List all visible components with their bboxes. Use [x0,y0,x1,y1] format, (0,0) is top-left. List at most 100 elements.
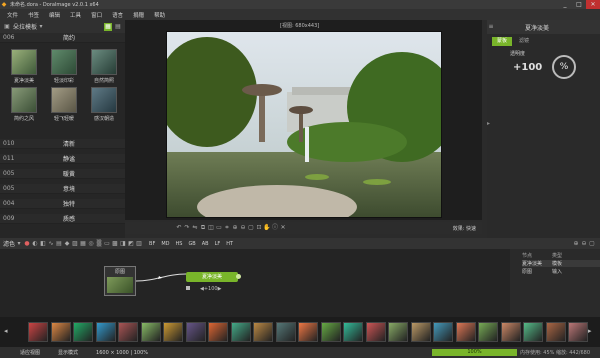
node-editor[interactable] [0,249,510,317]
fit-icon[interactable]: ▢ [247,224,255,232]
preset-thumb[interactable]: 自然简照 [84,49,124,84]
close-button[interactable]: ✕ [586,0,600,9]
filmstrip-thumb[interactable] [73,322,93,342]
hsl-icon[interactable]: ◧ [39,240,47,248]
filmstrip-thumb[interactable] [118,322,138,342]
view-mode-dropdown[interactable]: 显示模式 [58,349,78,356]
filmstrip-thumb[interactable] [253,322,273,342]
percent-toggle[interactable]: % [552,55,576,79]
chip-ab[interactable]: AB [202,241,209,247]
filmstrip-next-icon[interactable]: ▸ [588,327,592,335]
blur-icon[interactable]: ▦ [79,240,87,248]
tab-filter[interactable]: 滤镜 [514,37,534,46]
fit-icon[interactable]: ▢ [588,240,596,248]
filmstrip-thumb[interactable] [545,322,566,342]
filmstrip-thumb[interactable] [230,322,251,342]
chip-md[interactable]: MD [161,241,169,247]
filmstrip-thumb[interactable] [500,322,521,342]
group-row[interactable]: 009 质感 [0,214,125,224]
chip-lf[interactable]: LF [215,241,221,247]
filmstrip-thumb[interactable] [568,322,588,342]
film-icon[interactable]: ▥ [135,240,143,248]
filmstrip-thumb[interactable] [298,322,318,342]
curve-icon[interactable]: ∿ [47,240,55,248]
preset-thumb[interactable]: 简约之风 [4,87,44,122]
menu-edit[interactable]: 编辑 [44,11,65,19]
menu-bookmark[interactable]: 书签 [23,11,44,19]
color-wheel-icon[interactable]: ● [23,240,31,248]
menu-tools[interactable]: 工具 [65,11,86,19]
zoom-mode-dropdown[interactable]: 适应视图 [20,349,40,356]
filmstrip-thumb[interactable] [320,322,341,342]
filmstrip-thumb[interactable] [410,322,431,342]
zoom-out-icon[interactable]: ⊖ [580,240,588,248]
group-row[interactable]: 004 独特 [0,199,125,209]
vignette-icon[interactable]: ◎ [87,240,95,248]
filmstrip-thumb[interactable] [208,322,228,342]
chip-hs[interactable]: HS [176,241,183,247]
menu-window[interactable]: 窗口 [86,11,107,19]
grid-view-icon[interactable]: ▦ [104,22,112,31]
filmstrip-thumb[interactable] [140,322,161,342]
rotate-right-icon[interactable]: ↷ [183,224,191,232]
chevron-down-icon[interactable]: ▾ [15,240,23,248]
split-icon[interactable]: ◨ [119,240,127,248]
hand-icon[interactable]: ✋ [263,224,271,232]
info-icon[interactable]: ⓘ [271,224,279,232]
preset-thumb[interactable]: 轻淡印彩 [44,49,84,84]
chevron-down-icon[interactable]: ▾ [37,23,45,31]
flip-icon[interactable]: ⇋ [191,224,199,232]
filmstrip-prev-icon[interactable]: ◂ [4,327,8,335]
group-row[interactable]: 005 意境 [0,184,125,194]
maximize-button[interactable]: □ [572,0,586,9]
border-icon[interactable]: ▭ [103,240,111,248]
group-row[interactable]: 010 清新 [0,139,125,149]
filmstrip-thumb[interactable] [163,322,183,342]
filmstrip-thumb[interactable] [185,322,206,342]
filmstrip-thumb[interactable] [343,322,363,342]
menu-file[interactable]: 文件 [2,11,23,19]
info-row[interactable]: 原图 输入 [522,268,600,275]
layers-icon[interactable]: ≡ [487,23,495,31]
copy-icon[interactable]: ⧉ [199,224,207,232]
filmstrip-thumb[interactable] [388,322,408,342]
group-row[interactable]: 005 暖黄 [0,169,125,179]
list-view-icon[interactable]: ▤ [114,23,122,31]
filmstrip-thumb[interactable] [455,322,476,342]
gradient-icon[interactable]: ▨ [71,240,79,248]
rotate-left-icon[interactable]: ↶ [175,224,183,232]
crop-icon[interactable]: ⌗ [223,224,231,232]
filmstrip-thumb[interactable] [365,322,386,342]
filmstrip-thumb[interactable] [523,322,543,342]
filmstrip-thumb[interactable] [28,322,48,342]
photo-preview[interactable] [166,31,442,218]
effect-mode-label[interactable]: 效果: 快速 [453,225,476,232]
group-row[interactable]: 011 静谧 [0,154,125,164]
levels-icon[interactable]: ▤ [55,240,63,248]
tone-icon[interactable]: ◐ [31,240,39,248]
source-node[interactable]: 原图 [104,266,136,296]
effect-node-value[interactable]: ◀+100▶ [200,286,221,292]
minimize-button[interactable]: _ [558,0,572,9]
texture-icon[interactable]: ▩ [111,240,119,248]
chip-bf[interactable]: BF [149,241,155,247]
chip-ht[interactable]: HT [226,241,233,247]
effect-node[interactable]: 夏净淡美 [186,272,238,282]
filmstrip-thumb[interactable] [95,322,116,342]
preset-dropdown[interactable]: 朵拉模板 [13,22,37,31]
zoom-in-icon[interactable]: ⊕ [572,240,580,248]
preset-thumb[interactable]: 夏净淡美 [4,49,44,84]
menu-donate[interactable]: 捐赠 [128,11,149,19]
sharpen-icon[interactable]: ◆ [63,240,71,248]
zoom-in-icon[interactable]: ⊕ [231,224,239,232]
actual-size-icon[interactable]: ⊡ [255,224,263,232]
group-row[interactable]: 006 简约 [0,33,125,43]
node-output-port[interactable] [236,274,241,279]
preset-thumb[interactable]: 感汉朝造 [84,87,124,122]
filmstrip-thumb[interactable] [433,322,453,342]
filmstrip-thumb[interactable] [478,322,498,342]
opacity-value[interactable]: +100 [513,62,542,73]
save-icon[interactable]: ▭ [215,224,223,232]
node-input-port[interactable] [186,286,190,290]
menu-help[interactable]: 帮助 [149,11,170,19]
